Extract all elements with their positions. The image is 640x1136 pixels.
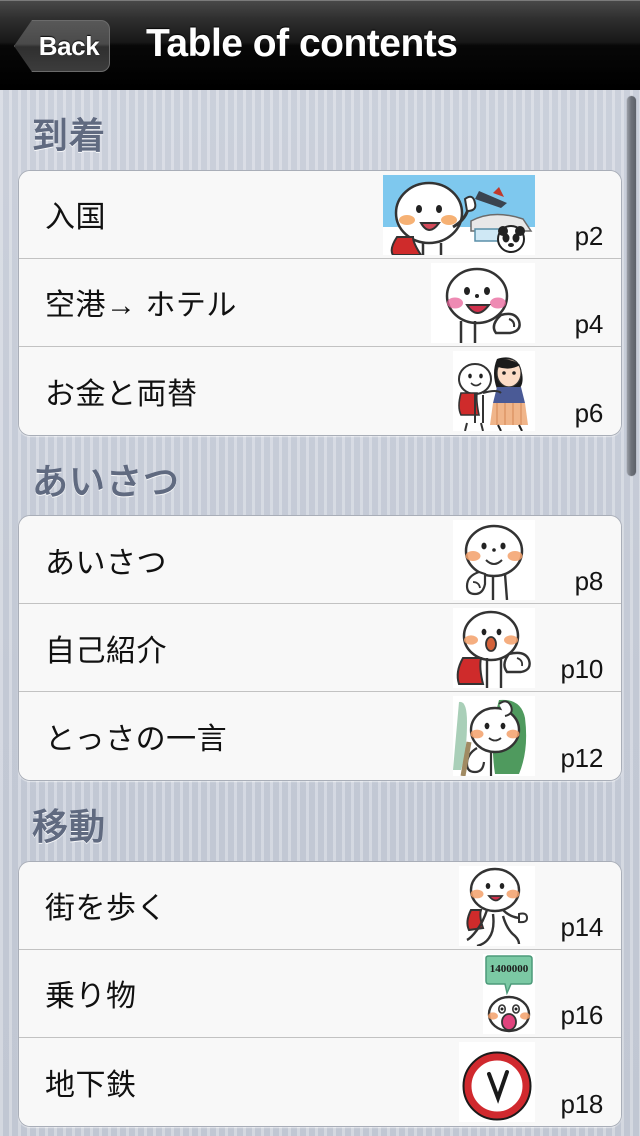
list-item[interactable]: 街を歩く p14 — [19, 861, 621, 950]
list-item-page: p8 — [574, 566, 604, 597]
scrollbar-thumb[interactable] — [627, 96, 636, 476]
list-item[interactable]: 入国 p2 — [19, 170, 621, 259]
list-item-label: お金と両替 — [45, 377, 198, 411]
scrollbar-track[interactable] — [627, 96, 636, 1132]
list-item-page: p2 — [574, 220, 604, 251]
list-item[interactable]: 自己紹介 p10 — [19, 604, 621, 693]
list-item-label: 空港→ ホテル — [45, 289, 237, 323]
svg-text:1400000: 1400000 — [490, 963, 529, 975]
section-greetings: あいさつ あいさつ p8 自己紹介 p10 とっさの一言 p12 — [0, 436, 640, 782]
list-item-label: とっさの一言 — [45, 723, 228, 757]
list-group: 街を歩く p14 乗り物 1400000 p16 地下鉄 p18 — [18, 860, 622, 1127]
list-item[interactable]: 地下鉄 p18 — [19, 1037, 621, 1126]
list-item[interactable]: あいさつ p8 — [19, 516, 621, 605]
list-item-page: p18 — [560, 1088, 604, 1119]
section-transport: 移動 街を歩く p14 乗り物 1400000 p16 地下鉄 p18 — [0, 781, 640, 1127]
red-circle-subway-sign-thumb — [459, 1041, 535, 1122]
list-item[interactable]: 乗り物 1400000 p16 — [19, 949, 621, 1038]
character-thumbs-up-thumb — [431, 262, 535, 343]
section-arrival: 到着 入国 p2 空港→ ホテル p4 お金と両替 p6 — [0, 90, 640, 436]
list-item-page: p10 — [560, 654, 604, 685]
section-title: あいさつ — [32, 460, 181, 502]
section-title: 移動 — [32, 806, 107, 848]
back-button-label: Back — [38, 30, 100, 61]
speech-bubble-price-shocked-thumb: 1400000 — [483, 953, 535, 1034]
list-item-label: 街を歩く — [45, 892, 167, 926]
app-screen: Back Table of contents 到着 入国 p2 空港→ ホテル … — [0, 0, 640, 1136]
character-waving-greeting-thumb — [453, 520, 535, 601]
character-green-background-thumb — [453, 696, 535, 777]
list-item[interactable]: お金と両替 p6 — [19, 346, 621, 435]
list-item-page: p4 — [574, 308, 604, 339]
list-item-page: p6 — [574, 397, 604, 428]
list-group: 入国 p2 空港→ ホテル p4 お金と両替 p6 — [18, 169, 622, 436]
section-title: 到着 — [32, 115, 107, 156]
list-item[interactable]: とっさの一言 p12 — [19, 692, 621, 781]
character-walking-thumb — [459, 865, 535, 946]
list-group: あいさつ p8 自己紹介 p10 とっさの一言 p12 — [18, 515, 622, 782]
list-item-page: p16 — [560, 999, 604, 1030]
list-item[interactable]: 空港→ ホテル p4 — [19, 258, 621, 347]
list-item-label: 自己紹介 — [45, 634, 167, 668]
character-with-girl-thumb — [453, 350, 535, 431]
list-item-label: 入国 — [45, 201, 106, 235]
navigation-bar: Back Table of contents — [0, 0, 640, 90]
character-red-scarf-talking-thumb — [453, 608, 535, 689]
table-of-contents-list[interactable]: 到着 入国 p2 空港→ ホテル p4 お金と両替 p6 あいさつ あいさつ p… — [0, 90, 640, 1136]
list-item-label: 乗り物 — [45, 980, 137, 1014]
page-title: Table of contents — [146, 22, 458, 65]
list-item-page: p14 — [560, 911, 604, 942]
back-button[interactable]: Back — [14, 20, 110, 72]
list-item-label: あいさつ — [45, 546, 167, 580]
list-item-label: 地下鉄 — [45, 1068, 137, 1102]
list-item-page: p12 — [560, 743, 604, 774]
arrival-airport-panda-thumb — [383, 174, 535, 255]
